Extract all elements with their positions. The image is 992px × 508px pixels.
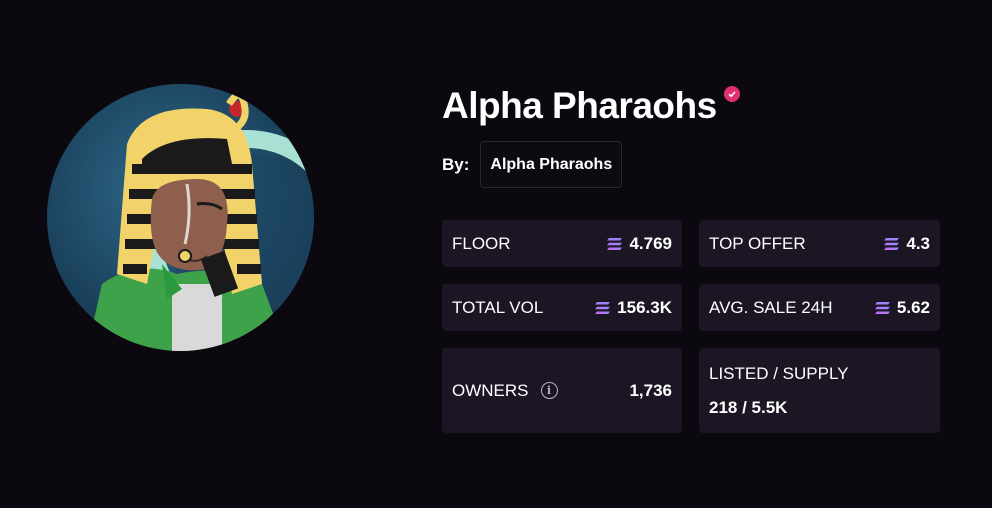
stat-value: 5.62 bbox=[896, 297, 930, 317]
stat-label: LISTED / SUPPLY bbox=[709, 363, 849, 383]
stat-label: TOTAL VOL bbox=[452, 297, 544, 317]
verified-badge-icon bbox=[723, 86, 740, 102]
solana-icon bbox=[874, 301, 890, 314]
stat-value: 218 / 5.5K bbox=[709, 397, 788, 417]
stat-total-vol: TOTAL VOL 156.3K bbox=[442, 284, 682, 331]
creator-row: By: Alpha Pharaohs bbox=[442, 141, 623, 188]
by-label: By: bbox=[442, 154, 470, 174]
stat-label: AVG. SALE 24H bbox=[709, 297, 833, 317]
creator-link[interactable]: Alpha Pharaohs bbox=[480, 141, 623, 188]
collection-title: Alpha Pharaohs bbox=[442, 85, 717, 126]
pharaoh-avatar-image bbox=[87, 91, 314, 351]
stat-value: 4.3 bbox=[906, 233, 930, 253]
stat-label: FLOOR bbox=[452, 233, 511, 253]
info-icon[interactable]: i bbox=[540, 382, 558, 399]
stat-listed-supply: LISTED / SUPPLY 218 / 5.5K bbox=[699, 348, 940, 433]
stat-value: 1,736 bbox=[629, 380, 672, 400]
stat-label: TOP OFFER bbox=[709, 233, 806, 253]
stat-owners: OWNERS i 1,736 bbox=[442, 348, 682, 433]
stat-value: 156.3K bbox=[617, 297, 672, 317]
title-row: Alpha Pharaohs bbox=[442, 84, 740, 128]
stat-top-offer: TOP OFFER 4.3 bbox=[699, 220, 940, 267]
creator-name: Alpha Pharaohs bbox=[490, 155, 613, 173]
solana-icon bbox=[607, 237, 623, 250]
collection-avatar bbox=[47, 84, 314, 351]
stat-value: 4.769 bbox=[629, 233, 672, 253]
solana-icon bbox=[884, 237, 900, 250]
stat-avg-sale: AVG. SALE 24H 5.62 bbox=[699, 284, 940, 331]
stat-floor: FLOOR 4.769 bbox=[442, 220, 682, 267]
solana-icon bbox=[595, 301, 611, 314]
stat-label: OWNERS bbox=[452, 380, 529, 400]
